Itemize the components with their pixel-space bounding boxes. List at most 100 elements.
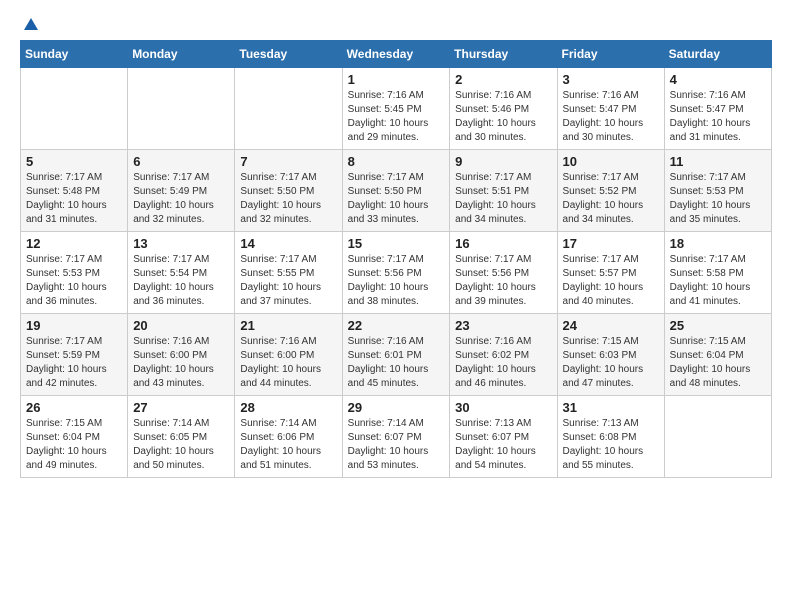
calendar-cell xyxy=(21,68,128,150)
day-info: Sunrise: 7:16 AM Sunset: 6:02 PM Dayligh… xyxy=(455,335,551,391)
day-info: Sunrise: 7:13 AM Sunset: 6:08 PM Dayligh… xyxy=(563,417,659,473)
day-number: 6 xyxy=(133,154,229,169)
weekday-header: Sunday xyxy=(21,41,128,68)
day-info: Sunrise: 7:14 AM Sunset: 6:07 PM Dayligh… xyxy=(348,417,445,473)
calendar-cell: 2Sunrise: 7:16 AM Sunset: 5:46 PM Daylig… xyxy=(450,68,557,150)
day-info: Sunrise: 7:17 AM Sunset: 5:58 PM Dayligh… xyxy=(670,253,766,309)
day-info: Sunrise: 7:17 AM Sunset: 5:50 PM Dayligh… xyxy=(348,171,445,227)
calendar-cell: 1 Sunrise: 7:16 AM Sunset: 5:45 PM Daylig… xyxy=(342,68,450,150)
day-number: 13 xyxy=(133,236,229,251)
day-number: 21 xyxy=(240,318,336,333)
day-number: 25 xyxy=(670,318,766,333)
day-number: 27 xyxy=(133,400,229,415)
calendar-cell: 7Sunrise: 7:17 AM Sunset: 5:50 PM Daylig… xyxy=(235,150,342,232)
day-number: 3 xyxy=(563,72,659,87)
calendar-cell: 30 Sunrise: 7:13 AM Sunset: 6:07 PM Dayli… xyxy=(450,396,557,478)
day-number: 22 xyxy=(348,318,445,333)
day-number: 30 xyxy=(455,400,551,415)
logo-icon xyxy=(22,16,40,34)
calendar-cell: 11 Sunrise: 7:17 AM Sunset: 5:53 PM Dayli… xyxy=(664,150,771,232)
calendar-cell xyxy=(235,68,342,150)
week-row: 19Sunrise: 7:17 AM Sunset: 5:59 PM Dayli… xyxy=(21,314,772,396)
day-info: Sunrise: 7:14 AM Sunset: 6:05 PM Dayligh… xyxy=(133,417,229,473)
weekday-header: Wednesday xyxy=(342,41,450,68)
day-info: Sunrise: 7:13 AM Sunset: 6:07 PM Dayligh… xyxy=(455,417,551,473)
weekday-header: Friday xyxy=(557,41,664,68)
page-header xyxy=(20,16,772,32)
day-info: Sunrise: 7:17 AM Sunset: 5:53 PM Dayligh… xyxy=(670,171,766,227)
weekday-header-row: SundayMondayTuesdayWednesdayThursdayFrid… xyxy=(21,41,772,68)
calendar-cell: 3 Sunrise: 7:16 AM Sunset: 5:47 PM Daylig… xyxy=(557,68,664,150)
day-number: 20 xyxy=(133,318,229,333)
day-number: 17 xyxy=(563,236,659,251)
calendar-cell: 23Sunrise: 7:16 AM Sunset: 6:02 PM Dayli… xyxy=(450,314,557,396)
calendar-cell: 12Sunrise: 7:17 AM Sunset: 5:53 PM Dayli… xyxy=(21,232,128,314)
day-number: 24 xyxy=(563,318,659,333)
day-info: Sunrise: 7:17 AM Sunset: 5:56 PM Dayligh… xyxy=(455,253,551,309)
calendar-cell: 14 Sunrise: 7:17 AM Sunset: 5:55 PM Dayli… xyxy=(235,232,342,314)
day-number: 8 xyxy=(348,154,445,169)
day-number: 2 xyxy=(455,72,551,87)
day-number: 4 xyxy=(670,72,766,87)
day-info: Sunrise: 7:17 AM Sunset: 5:49 PM Dayligh… xyxy=(133,171,229,227)
calendar-cell: 31 Sunrise: 7:13 AM Sunset: 6:08 PM Dayli… xyxy=(557,396,664,478)
calendar-cell: 16 Sunrise: 7:17 AM Sunset: 5:56 PM Dayli… xyxy=(450,232,557,314)
calendar-table: SundayMondayTuesdayWednesdayThursdayFrid… xyxy=(20,40,772,478)
calendar-cell: 15 Sunrise: 7:17 AM Sunset: 5:56 PM Dayli… xyxy=(342,232,450,314)
day-info: Sunrise: 7:15 AM Sunset: 6:04 PM Dayligh… xyxy=(26,417,122,473)
day-number: 28 xyxy=(240,400,336,415)
day-number: 26 xyxy=(26,400,122,415)
day-info: Sunrise: 7:16 AM Sunset: 5:45 PM Dayligh… xyxy=(348,89,445,145)
day-info: Sunrise: 7:17 AM Sunset: 5:51 PM Dayligh… xyxy=(455,171,551,227)
day-number: 18 xyxy=(670,236,766,251)
day-info: Sunrise: 7:16 AM Sunset: 6:00 PM Dayligh… xyxy=(240,335,336,391)
weekday-header: Monday xyxy=(128,41,235,68)
calendar-cell xyxy=(128,68,235,150)
weekday-header: Thursday xyxy=(450,41,557,68)
day-number: 10 xyxy=(563,154,659,169)
calendar-cell: 25 Sunrise: 7:15 AM Sunset: 6:04 PM Dayli… xyxy=(664,314,771,396)
calendar-cell: 9 Sunrise: 7:17 AM Sunset: 5:51 PM Daylig… xyxy=(450,150,557,232)
day-info: Sunrise: 7:17 AM Sunset: 5:56 PM Dayligh… xyxy=(348,253,445,309)
calendar-cell: 27 Sunrise: 7:14 AM Sunset: 6:05 PM Dayli… xyxy=(128,396,235,478)
calendar-cell: 8 Sunrise: 7:17 AM Sunset: 5:50 PM Daylig… xyxy=(342,150,450,232)
day-number: 1 xyxy=(348,72,445,87)
day-number: 11 xyxy=(670,154,766,169)
calendar-cell: 18 Sunrise: 7:17 AM Sunset: 5:58 PM Dayli… xyxy=(664,232,771,314)
calendar-cell: 13 Sunrise: 7:17 AM Sunset: 5:54 PM Dayli… xyxy=(128,232,235,314)
day-info: Sunrise: 7:16 AM Sunset: 5:47 PM Dayligh… xyxy=(670,89,766,145)
day-number: 16 xyxy=(455,236,551,251)
day-info: Sunrise: 7:17 AM Sunset: 5:53 PM Dayligh… xyxy=(26,253,122,309)
week-row: 12Sunrise: 7:17 AM Sunset: 5:53 PM Dayli… xyxy=(21,232,772,314)
calendar-cell: 4 Sunrise: 7:16 AM Sunset: 5:47 PM Daylig… xyxy=(664,68,771,150)
calendar-cell: 24 Sunrise: 7:15 AM Sunset: 6:03 PM Dayli… xyxy=(557,314,664,396)
calendar-cell: 29 Sunrise: 7:14 AM Sunset: 6:07 PM Dayli… xyxy=(342,396,450,478)
day-info: Sunrise: 7:17 AM Sunset: 5:55 PM Dayligh… xyxy=(240,253,336,309)
calendar-cell: 5Sunrise: 7:17 AM Sunset: 5:48 PM Daylig… xyxy=(21,150,128,232)
weekday-header: Tuesday xyxy=(235,41,342,68)
calendar-cell: 19Sunrise: 7:17 AM Sunset: 5:59 PM Dayli… xyxy=(21,314,128,396)
weekday-header: Saturday xyxy=(664,41,771,68)
logo xyxy=(20,16,40,32)
day-info: Sunrise: 7:15 AM Sunset: 6:04 PM Dayligh… xyxy=(670,335,766,391)
page-container: SundayMondayTuesdayWednesdayThursdayFrid… xyxy=(0,0,792,488)
day-info: Sunrise: 7:17 AM Sunset: 5:48 PM Dayligh… xyxy=(26,171,122,227)
day-info: Sunrise: 7:17 AM Sunset: 5:54 PM Dayligh… xyxy=(133,253,229,309)
week-row: 1 Sunrise: 7:16 AM Sunset: 5:45 PM Daylig… xyxy=(21,68,772,150)
day-number: 29 xyxy=(348,400,445,415)
day-number: 15 xyxy=(348,236,445,251)
calendar-cell: 28Sunrise: 7:14 AM Sunset: 6:06 PM Dayli… xyxy=(235,396,342,478)
day-info: Sunrise: 7:16 AM Sunset: 6:00 PM Dayligh… xyxy=(133,335,229,391)
calendar-cell: 22Sunrise: 7:16 AM Sunset: 6:01 PM Dayli… xyxy=(342,314,450,396)
calendar-cell: 21 Sunrise: 7:16 AM Sunset: 6:00 PM Dayli… xyxy=(235,314,342,396)
day-number: 14 xyxy=(240,236,336,251)
calendar-cell: 26 Sunrise: 7:15 AM Sunset: 6:04 PM Dayli… xyxy=(21,396,128,478)
day-info: Sunrise: 7:17 AM Sunset: 5:50 PM Dayligh… xyxy=(240,171,336,227)
day-info: Sunrise: 7:15 AM Sunset: 6:03 PM Dayligh… xyxy=(563,335,659,391)
week-row: 5Sunrise: 7:17 AM Sunset: 5:48 PM Daylig… xyxy=(21,150,772,232)
day-number: 31 xyxy=(563,400,659,415)
day-info: Sunrise: 7:17 AM Sunset: 5:57 PM Dayligh… xyxy=(563,253,659,309)
day-number: 9 xyxy=(455,154,551,169)
calendar-cell xyxy=(664,396,771,478)
day-info: Sunrise: 7:16 AM Sunset: 5:47 PM Dayligh… xyxy=(563,89,659,145)
